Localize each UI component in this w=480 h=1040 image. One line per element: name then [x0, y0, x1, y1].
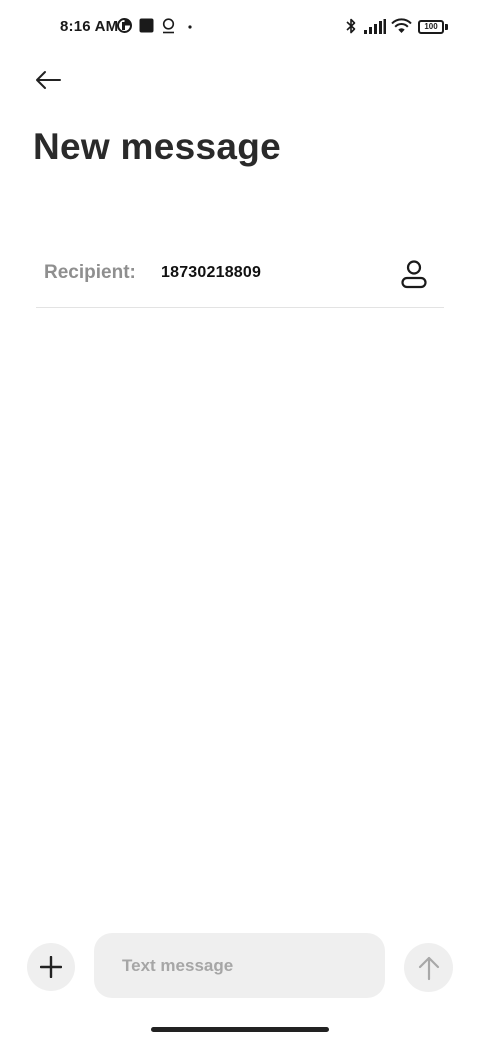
- add-attachment-button[interactable]: [27, 943, 75, 991]
- wifi-icon: [391, 18, 412, 33]
- bluetooth-icon: [346, 18, 356, 34]
- recipient-label: Recipient:: [44, 262, 136, 283]
- battery-icon: 100: [418, 20, 444, 34]
- battery-tip: [445, 24, 448, 30]
- person-icon: [401, 260, 427, 289]
- home-indicator[interactable]: [151, 1027, 329, 1032]
- battery-level: 100: [424, 22, 438, 31]
- recipient-value[interactable]: 18730218809: [161, 264, 261, 282]
- contact-picker-button[interactable]: [394, 256, 434, 292]
- arrow-up-icon: [418, 956, 439, 980]
- signal-icon: [364, 19, 386, 34]
- back-button[interactable]: [28, 62, 68, 98]
- page-title: New message: [33, 126, 282, 167]
- stop-square-icon: [139, 18, 154, 33]
- hotspot-icon: [117, 18, 132, 33]
- text-message-input[interactable]: [94, 933, 385, 998]
- arrow-left-icon: [36, 71, 61, 89]
- status-bar: 8:16 AM 100: [0, 0, 480, 56]
- status-time: 8:16 AM: [60, 18, 119, 35]
- dot-icon: [188, 25, 192, 29]
- send-button[interactable]: [404, 943, 453, 992]
- location-icon: [162, 18, 175, 34]
- recipient-row[interactable]: Recipient: 18730218809: [36, 244, 444, 308]
- plus-icon: [40, 956, 62, 978]
